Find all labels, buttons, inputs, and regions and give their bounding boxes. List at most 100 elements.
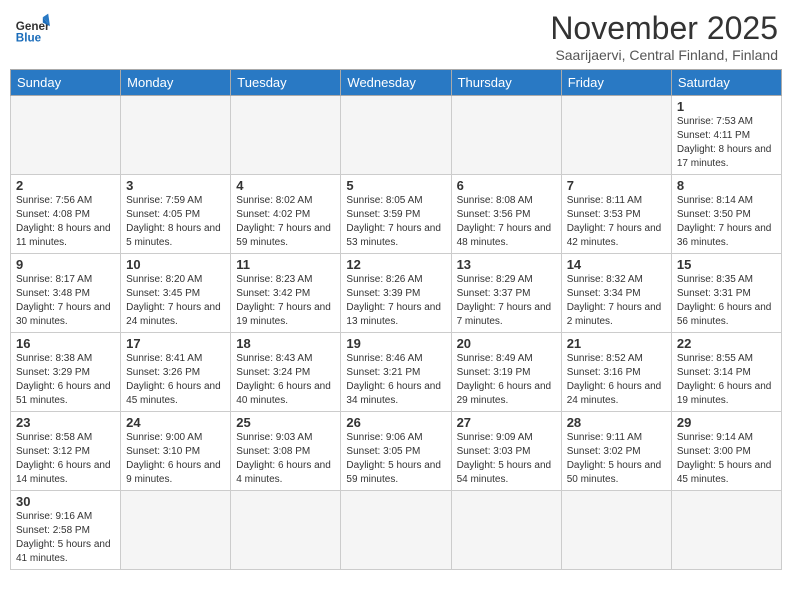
day-info: Sunrise: 7:59 AM Sunset: 4:05 PM Dayligh… — [126, 194, 225, 250]
calendar-cell: 5Sunrise: 8:05 AM Sunset: 3:59 PM Daylig… — [341, 175, 451, 254]
calendar-cell: 8Sunrise: 8:14 AM Sunset: 3:50 PM Daylig… — [671, 175, 781, 254]
day-number: 5 — [346, 178, 445, 193]
day-number: 30 — [16, 494, 115, 509]
day-number: 13 — [457, 257, 556, 272]
day-info: Sunrise: 8:49 AM Sunset: 3:19 PM Dayligh… — [457, 352, 556, 408]
day-number: 4 — [236, 178, 335, 193]
calendar-cell: 20Sunrise: 8:49 AM Sunset: 3:19 PM Dayli… — [451, 333, 561, 412]
calendar-cell: 18Sunrise: 8:43 AM Sunset: 3:24 PM Dayli… — [231, 333, 341, 412]
day-info: Sunrise: 8:41 AM Sunset: 3:26 PM Dayligh… — [126, 352, 225, 408]
day-number: 14 — [567, 257, 666, 272]
day-number: 28 — [567, 415, 666, 430]
calendar-cell: 23Sunrise: 8:58 AM Sunset: 3:12 PM Dayli… — [11, 412, 121, 491]
day-info: Sunrise: 7:53 AM Sunset: 4:11 PM Dayligh… — [677, 115, 776, 171]
calendar-cell — [231, 491, 341, 570]
calendar-cell: 12Sunrise: 8:26 AM Sunset: 3:39 PM Dayli… — [341, 254, 451, 333]
day-number: 21 — [567, 336, 666, 351]
weekday-header-friday: Friday — [561, 70, 671, 96]
calendar-cell: 28Sunrise: 9:11 AM Sunset: 3:02 PM Dayli… — [561, 412, 671, 491]
day-info: Sunrise: 8:55 AM Sunset: 3:14 PM Dayligh… — [677, 352, 776, 408]
day-number: 20 — [457, 336, 556, 351]
day-number: 15 — [677, 257, 776, 272]
calendar-cell: 1Sunrise: 7:53 AM Sunset: 4:11 PM Daylig… — [671, 96, 781, 175]
calendar-cell: 30Sunrise: 9:16 AM Sunset: 2:58 PM Dayli… — [11, 491, 121, 570]
day-info: Sunrise: 8:43 AM Sunset: 3:24 PM Dayligh… — [236, 352, 335, 408]
day-number: 22 — [677, 336, 776, 351]
calendar-cell: 14Sunrise: 8:32 AM Sunset: 3:34 PM Dayli… — [561, 254, 671, 333]
calendar-cell: 13Sunrise: 8:29 AM Sunset: 3:37 PM Dayli… — [451, 254, 561, 333]
calendar-cell: 10Sunrise: 8:20 AM Sunset: 3:45 PM Dayli… — [121, 254, 231, 333]
day-info: Sunrise: 8:46 AM Sunset: 3:21 PM Dayligh… — [346, 352, 445, 408]
day-info: Sunrise: 8:32 AM Sunset: 3:34 PM Dayligh… — [567, 273, 666, 329]
day-info: Sunrise: 8:29 AM Sunset: 3:37 PM Dayligh… — [457, 273, 556, 329]
day-info: Sunrise: 9:16 AM Sunset: 2:58 PM Dayligh… — [16, 510, 115, 566]
calendar-week-row: 16Sunrise: 8:38 AM Sunset: 3:29 PM Dayli… — [11, 333, 782, 412]
day-info: Sunrise: 8:02 AM Sunset: 4:02 PM Dayligh… — [236, 194, 335, 250]
weekday-header-thursday: Thursday — [451, 70, 561, 96]
calendar-cell — [451, 491, 561, 570]
calendar-cell — [341, 96, 451, 175]
weekday-header-monday: Monday — [121, 70, 231, 96]
day-info: Sunrise: 8:05 AM Sunset: 3:59 PM Dayligh… — [346, 194, 445, 250]
calendar-week-row: 23Sunrise: 8:58 AM Sunset: 3:12 PM Dayli… — [11, 412, 782, 491]
day-number: 18 — [236, 336, 335, 351]
calendar-cell: 29Sunrise: 9:14 AM Sunset: 3:00 PM Dayli… — [671, 412, 781, 491]
calendar-cell — [451, 96, 561, 175]
calendar-week-row: 1Sunrise: 7:53 AM Sunset: 4:11 PM Daylig… — [11, 96, 782, 175]
weekday-header-row: SundayMondayTuesdayWednesdayThursdayFrid… — [11, 70, 782, 96]
location-subtitle: Saarijaervi, Central Finland, Finland — [550, 47, 778, 63]
day-number: 29 — [677, 415, 776, 430]
calendar-cell: 9Sunrise: 8:17 AM Sunset: 3:48 PM Daylig… — [11, 254, 121, 333]
calendar-cell: 24Sunrise: 9:00 AM Sunset: 3:10 PM Dayli… — [121, 412, 231, 491]
day-number: 1 — [677, 99, 776, 114]
calendar-cell — [11, 96, 121, 175]
calendar-cell: 17Sunrise: 8:41 AM Sunset: 3:26 PM Dayli… — [121, 333, 231, 412]
day-number: 3 — [126, 178, 225, 193]
day-number: 17 — [126, 336, 225, 351]
calendar-cell: 25Sunrise: 9:03 AM Sunset: 3:08 PM Dayli… — [231, 412, 341, 491]
day-number: 10 — [126, 257, 225, 272]
day-info: Sunrise: 9:03 AM Sunset: 3:08 PM Dayligh… — [236, 431, 335, 487]
calendar-cell: 3Sunrise: 7:59 AM Sunset: 4:05 PM Daylig… — [121, 175, 231, 254]
weekday-header-wednesday: Wednesday — [341, 70, 451, 96]
day-info: Sunrise: 8:58 AM Sunset: 3:12 PM Dayligh… — [16, 431, 115, 487]
calendar-cell — [561, 96, 671, 175]
day-info: Sunrise: 8:23 AM Sunset: 3:42 PM Dayligh… — [236, 273, 335, 329]
calendar-cell: 11Sunrise: 8:23 AM Sunset: 3:42 PM Dayli… — [231, 254, 341, 333]
calendar-cell: 19Sunrise: 8:46 AM Sunset: 3:21 PM Dayli… — [341, 333, 451, 412]
svg-text:Blue: Blue — [16, 32, 42, 45]
day-info: Sunrise: 8:17 AM Sunset: 3:48 PM Dayligh… — [16, 273, 115, 329]
day-number: 11 — [236, 257, 335, 272]
day-info: Sunrise: 9:06 AM Sunset: 3:05 PM Dayligh… — [346, 431, 445, 487]
calendar-cell: 26Sunrise: 9:06 AM Sunset: 3:05 PM Dayli… — [341, 412, 451, 491]
weekday-header-sunday: Sunday — [11, 70, 121, 96]
day-info: Sunrise: 7:56 AM Sunset: 4:08 PM Dayligh… — [16, 194, 115, 250]
logo-icon: General Blue — [14, 10, 50, 46]
calendar-cell — [121, 491, 231, 570]
day-info: Sunrise: 9:09 AM Sunset: 3:03 PM Dayligh… — [457, 431, 556, 487]
day-info: Sunrise: 8:11 AM Sunset: 3:53 PM Dayligh… — [567, 194, 666, 250]
day-number: 6 — [457, 178, 556, 193]
month-title: November 2025 — [550, 10, 778, 47]
calendar-cell: 6Sunrise: 8:08 AM Sunset: 3:56 PM Daylig… — [451, 175, 561, 254]
calendar-table: SundayMondayTuesdayWednesdayThursdayFrid… — [10, 69, 782, 570]
day-number: 2 — [16, 178, 115, 193]
calendar-cell: 15Sunrise: 8:35 AM Sunset: 3:31 PM Dayli… — [671, 254, 781, 333]
day-number: 25 — [236, 415, 335, 430]
day-number: 8 — [677, 178, 776, 193]
day-info: Sunrise: 8:08 AM Sunset: 3:56 PM Dayligh… — [457, 194, 556, 250]
day-info: Sunrise: 9:00 AM Sunset: 3:10 PM Dayligh… — [126, 431, 225, 487]
calendar-week-row: 9Sunrise: 8:17 AM Sunset: 3:48 PM Daylig… — [11, 254, 782, 333]
calendar-cell — [121, 96, 231, 175]
page-header: General Blue November 2025 Saarijaervi, … — [10, 10, 782, 63]
calendar-cell: 27Sunrise: 9:09 AM Sunset: 3:03 PM Dayli… — [451, 412, 561, 491]
day-info: Sunrise: 8:26 AM Sunset: 3:39 PM Dayligh… — [346, 273, 445, 329]
day-number: 19 — [346, 336, 445, 351]
day-number: 27 — [457, 415, 556, 430]
calendar-cell — [561, 491, 671, 570]
weekday-header-tuesday: Tuesday — [231, 70, 341, 96]
day-info: Sunrise: 8:52 AM Sunset: 3:16 PM Dayligh… — [567, 352, 666, 408]
calendar-week-row: 30Sunrise: 9:16 AM Sunset: 2:58 PM Dayli… — [11, 491, 782, 570]
logo: General Blue — [14, 10, 50, 46]
day-number: 24 — [126, 415, 225, 430]
